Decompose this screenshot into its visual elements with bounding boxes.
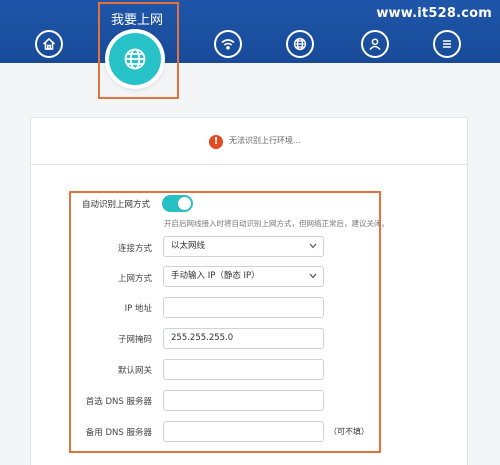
- wifi-icon[interactable]: [214, 30, 242, 58]
- menu-icon[interactable]: [433, 30, 461, 58]
- user-icon[interactable]: [361, 30, 389, 58]
- home-icon[interactable]: [35, 30, 63, 58]
- annotation-box-tab: [98, 2, 179, 99]
- globe-grid-icon[interactable]: [286, 30, 314, 58]
- status-text: 无法识别上行环境...: [229, 136, 301, 145]
- warning-icon: !: [209, 135, 223, 149]
- watermark-text: www.it528.com: [376, 6, 492, 21]
- status-panel: ! 无法识别上行环境...: [30, 117, 468, 165]
- top-header: www.it528.com 我要上网: [0, 0, 500, 63]
- annotation-box-form: [69, 191, 381, 453]
